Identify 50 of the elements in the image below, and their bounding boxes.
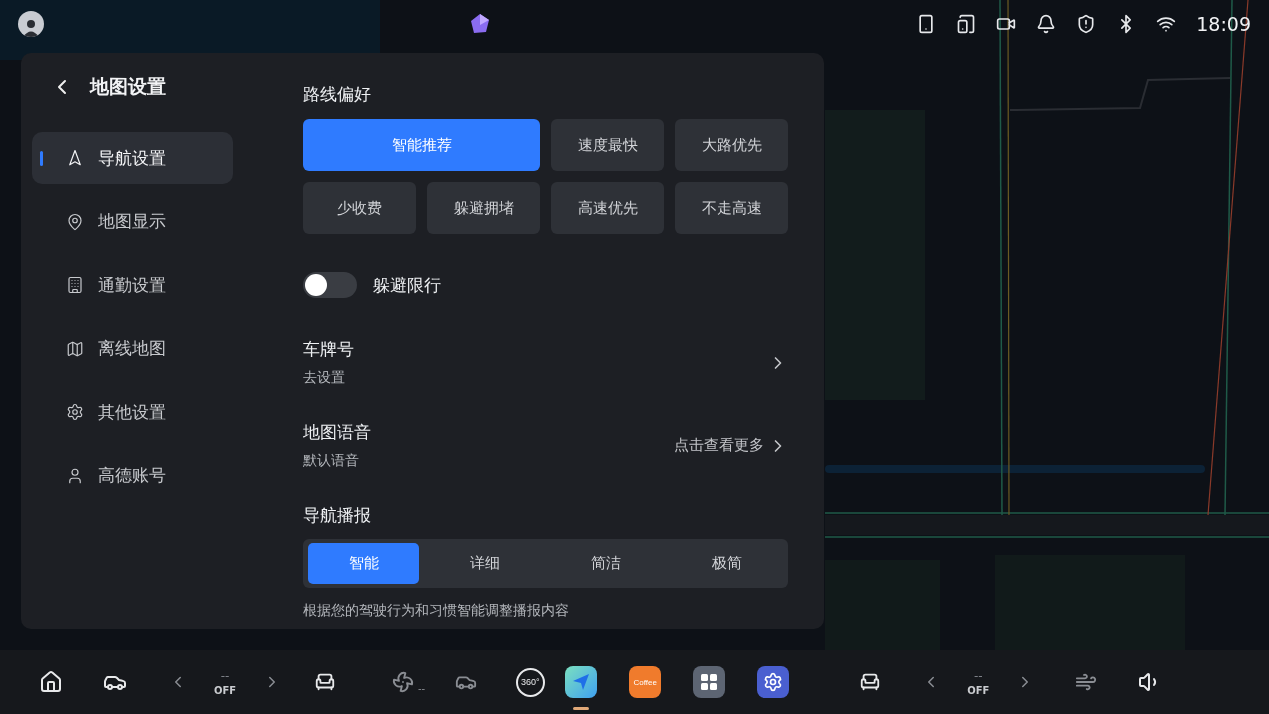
temperature-value: -- [973, 668, 983, 683]
map-icon [66, 339, 84, 358]
gem-icon [469, 13, 492, 35]
clock: 18:09 [1196, 13, 1251, 35]
route-option[interactable]: 大路优先 [675, 119, 788, 171]
toggle-label: 躲避限行 [373, 273, 441, 297]
shield-icon[interactable] [1076, 14, 1097, 34]
more-link[interactable]: 点击查看更多 [674, 436, 764, 455]
menu-item[interactable]: 导航设置 [32, 132, 233, 184]
setting-title: 地图语音 [303, 421, 371, 444]
building-icon [66, 276, 84, 295]
bell-icon[interactable] [1036, 14, 1057, 34]
settings-icon [66, 403, 84, 422]
climate-mode: OFF [967, 684, 990, 696]
route-option[interactable]: 高速优先 [551, 182, 664, 234]
user-icon [66, 466, 84, 485]
section-title: 路线偏好 [303, 83, 372, 106]
active-indicator [573, 707, 590, 710]
route-option[interactable]: 速度最快 [551, 119, 664, 171]
segment-tab[interactable]: 详细 [429, 543, 541, 584]
description: 根据您的驾驶行为和习惯智能调整播报内容 [303, 602, 570, 620]
route-option[interactable]: 智能推荐 [303, 119, 540, 171]
panel-title: 地图设置 [90, 74, 166, 99]
segment-tab[interactable]: 简洁 [550, 543, 662, 584]
route-option[interactable]: 躲避拥堵 [427, 182, 540, 234]
temperature-value: -- [220, 668, 230, 683]
setting-subtitle: 默认语音 [303, 452, 360, 470]
menu-item[interactable]: 其他设置 [32, 386, 233, 439]
camera-360-button[interactable]: 360° [511, 658, 550, 706]
apps-grid-icon[interactable] [693, 666, 726, 698]
devices-icon[interactable] [956, 14, 977, 34]
map-pin-icon [66, 212, 84, 231]
setting-title: 车牌号 [303, 338, 354, 361]
toggle-switch[interactable] [303, 272, 357, 298]
settings-app-icon[interactable] [757, 666, 790, 698]
setting-subtitle: 去设置 [303, 369, 346, 387]
menu-item[interactable]: 离线地图 [32, 322, 233, 375]
navigation-icon [66, 149, 84, 167]
menu-item[interactable]: 高德账号 [32, 449, 233, 502]
segment-tab[interactable]: 智能 [308, 543, 420, 584]
wifi-icon[interactable] [1156, 14, 1177, 34]
menu-item[interactable]: 地图显示 [32, 195, 233, 248]
route-option[interactable]: 不走高速 [675, 182, 788, 234]
section-title: 导航播报 [303, 504, 371, 527]
fan-value: -- [418, 682, 426, 694]
climate-mode: OFF [213, 684, 237, 696]
menu-item[interactable]: 通勤设置 [32, 259, 233, 312]
route-option[interactable]: 少收费 [303, 182, 416, 234]
maps-app-icon[interactable] [565, 666, 598, 698]
segment-tab[interactable]: 极简 [671, 543, 783, 584]
